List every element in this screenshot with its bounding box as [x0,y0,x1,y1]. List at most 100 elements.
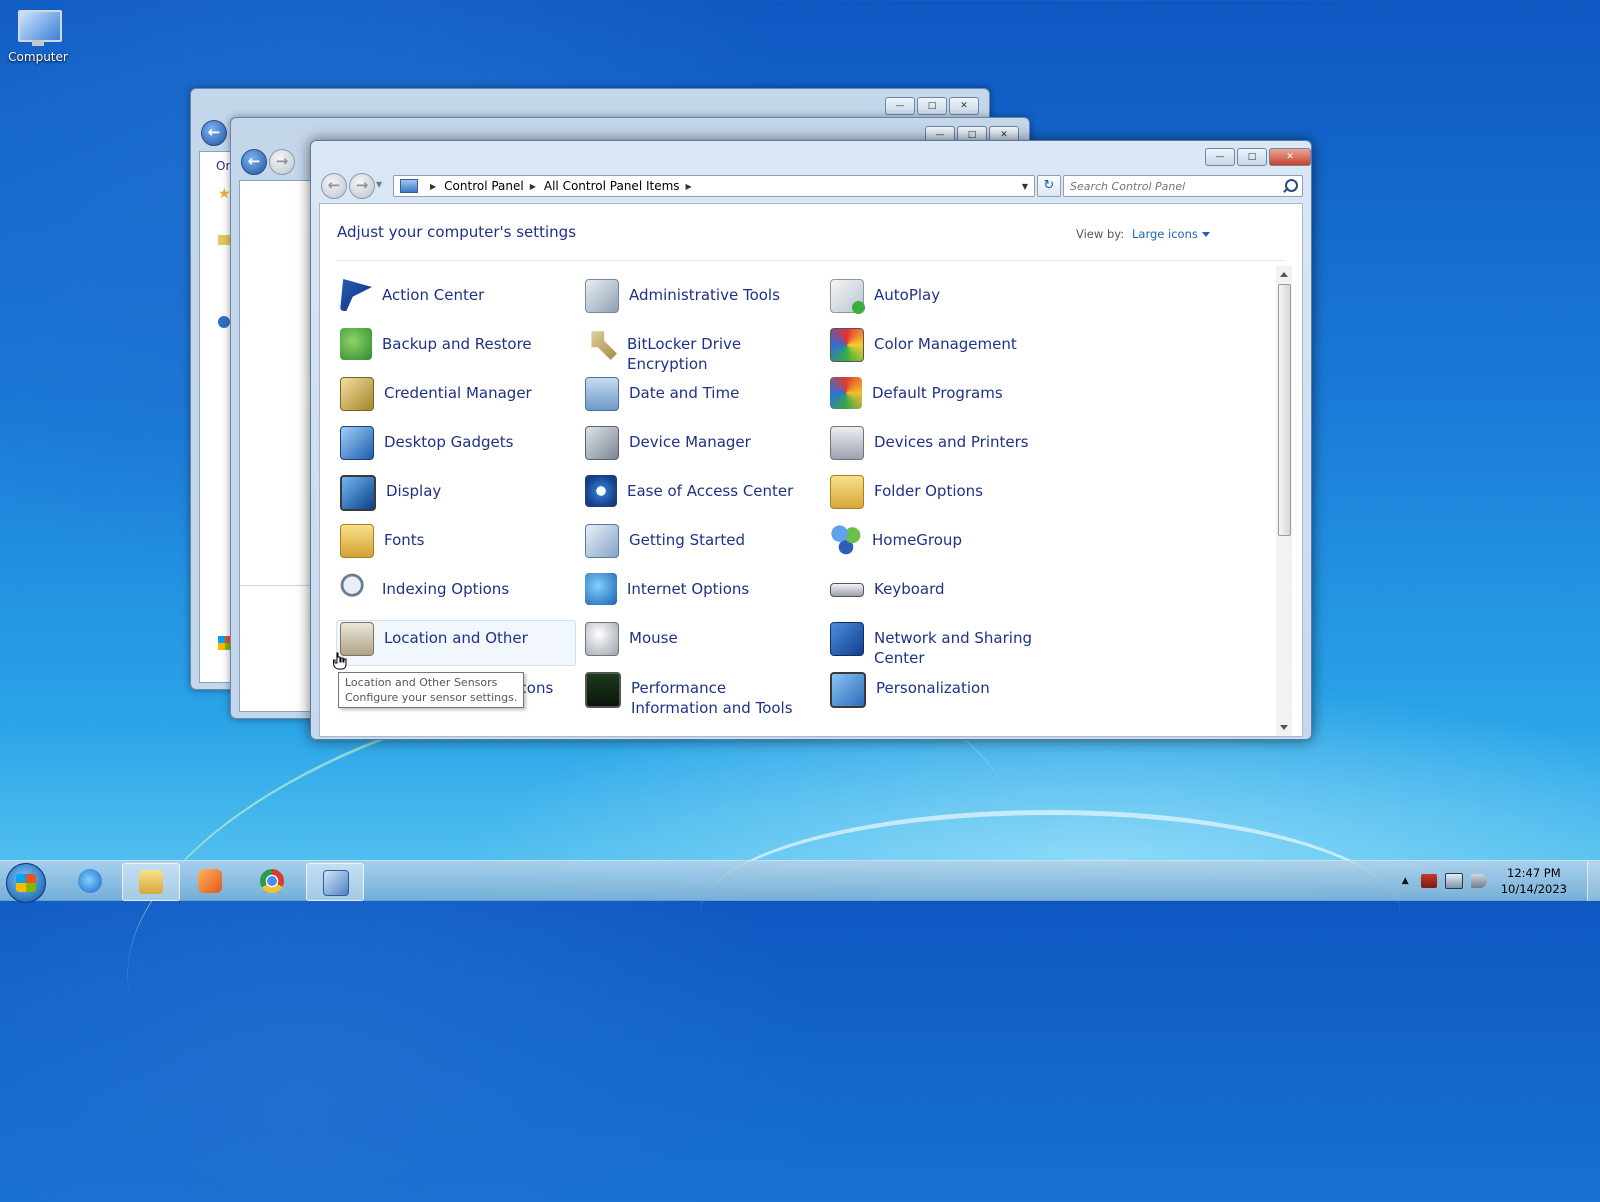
cp-item-personalization[interactable]: Personalization [827,671,1065,715]
key-icon [591,331,617,360]
item-label: Performance Information and Tools [631,679,793,717]
item-label: Action Center [382,286,485,304]
refresh-button[interactable]: ↻ [1037,175,1061,197]
cp-item-indexing-options[interactable]: Indexing Options [337,572,575,616]
cp-item-folder-options[interactable]: Folder Options [827,474,1065,518]
taskbar-chrome[interactable] [244,863,300,899]
cp-item-ease-of-access[interactable]: Ease of Access Center [582,474,820,518]
cp-item-homegroup[interactable]: HomeGroup [827,523,1065,567]
show-hidden-icons-icon[interactable]: ▲ [1402,876,1409,886]
cp-item-bitlocker[interactable]: BitLocker Drive Encryption [582,327,820,373]
cp-item-credential-manager[interactable]: Credential Manager [337,376,575,420]
cp-item-date-time[interactable]: Date and Time [582,376,820,420]
cp-item-location-sensors[interactable]: Location and Other [336,620,576,666]
item-label: BitLocker Drive Encryption [627,335,742,373]
scroll-up-icon[interactable] [1280,272,1288,277]
search-icon[interactable] [1285,179,1298,192]
cp-item-device-manager[interactable]: Device Manager [582,425,820,469]
search-box[interactable] [1063,175,1303,197]
item-label: Display [386,482,442,500]
scroll-thumb[interactable] [1278,284,1291,536]
cp-item-administrative-tools[interactable]: Administrative Tools [582,278,820,322]
taskbar-file-explorer[interactable] [122,863,180,901]
file-explorer-icon [139,870,163,894]
cp-item-default-programs[interactable]: Default Programs [827,376,1065,420]
taskbar-control-panel[interactable] [306,863,364,901]
minimize-button[interactable]: — [885,97,915,115]
personalization-icon [830,672,866,708]
back-icon[interactable]: ← [201,120,227,146]
windows-logo-icon [16,874,36,892]
item-label: Devices and Printers [874,433,1029,451]
cp-item-devices-printers[interactable]: Devices and Printers [827,425,1065,469]
backup-icon [340,328,372,360]
breadcrumb-all-items[interactable]: All Control Panel Items [544,179,680,193]
network-status-icon[interactable] [1444,873,1463,889]
cp-item-performance[interactable]: Performance Information and Tools [582,671,820,717]
minimize-button[interactable]: — [1205,148,1235,166]
maximize-button[interactable]: □ [917,97,947,115]
search-input[interactable] [1068,176,1272,196]
show-desktop-button[interactable] [1587,861,1600,901]
cp-item-display[interactable]: Display [337,474,575,518]
vault-icon [340,377,374,411]
maximize-button[interactable]: □ [1237,148,1267,166]
cp-item-fonts[interactable]: Fonts [337,523,575,567]
action-center-flag-icon[interactable] [1420,874,1437,888]
desktop-icon-computer[interactable]: Computer [6,8,70,64]
cp-item-autoplay[interactable]: AutoPlay [827,278,1065,322]
mouse-cursor-icon [333,652,347,670]
cp-item-backup-restore[interactable]: Backup and Restore [337,327,575,371]
mouse-icon [585,622,619,656]
calendar-clock-icon [585,377,619,411]
cp-item-desktop-gadgets[interactable]: Desktop Gadgets [337,425,575,469]
cp-item-keyboard[interactable]: Keyboard [827,572,1065,616]
control-panel-icon [323,870,349,896]
start-button[interactable] [6,863,46,903]
folder-icon [830,475,864,509]
address-bar[interactable]: ▶ Control Panel ▶ All Control Panel Item… [393,175,1035,197]
media-player-icon [198,869,222,893]
divider [240,585,320,586]
cp-item-getting-started[interactable]: Getting Started [582,523,820,567]
item-label: Device Manager [629,433,751,451]
item-label: Mouse [629,629,678,647]
recent-pages-chevron-icon[interactable]: ▼ [376,180,382,189]
taskbar-internet-explorer[interactable] [62,863,118,899]
close-button[interactable]: ✕ [1269,148,1311,166]
breadcrumb-chevron-icon[interactable]: ▶ [530,182,536,191]
cp-item-internet-options[interactable]: Internet Options [582,572,820,616]
vertical-scrollbar[interactable] [1276,266,1292,736]
breadcrumb-control-panel[interactable]: Control Panel [444,179,524,193]
admin-tools-icon [585,279,619,313]
location-sensor-icon [340,622,374,656]
network-icon [830,622,864,656]
back-icon[interactable]: ← [321,173,347,199]
clock[interactable]: 12:47 PM 10/14/2023 [1501,865,1567,897]
item-label: Credential Manager [384,384,532,402]
autoplay-icon [830,279,865,314]
cp-item-network-sharing[interactable]: Network and Sharing Center [827,621,1065,667]
item-label: Internet Options [627,580,750,598]
refresh-icon: ↻ [1043,178,1055,193]
scroll-down-icon[interactable] [1280,725,1288,730]
volume-muted-icon[interactable] [1470,874,1487,888]
view-by-dropdown[interactable]: Large icons [1132,227,1210,241]
cp-item-mouse[interactable]: Mouse [582,621,820,665]
breadcrumb-chevron-icon[interactable]: ▶ [430,182,436,191]
dropdown-arrow-icon [1201,232,1210,237]
device-manager-icon [585,426,619,460]
address-dropdown-icon[interactable]: ▼ [1022,182,1028,191]
forward-icon[interactable]: → [269,149,295,175]
taskbar-media-player[interactable] [182,863,238,899]
forward-icon[interactable]: → [349,173,375,199]
item-label: Administrative Tools [629,286,780,304]
breadcrumb-chevron-icon[interactable]: ▶ [686,182,692,191]
item-label: Default Programs [872,384,1003,402]
cp-item-action-center[interactable]: Action Center [337,278,575,322]
cp-item-color-management[interactable]: Color Management [827,327,1065,371]
close-button[interactable]: ✕ [949,97,979,115]
control-panel-window[interactable]: — □ ✕ ← → ▼ ▶ Control Panel ▶ All Contro… [310,140,1312,740]
tooltip-description: Configure your sensor settings. [345,691,518,704]
back-icon[interactable]: ← [241,149,267,175]
